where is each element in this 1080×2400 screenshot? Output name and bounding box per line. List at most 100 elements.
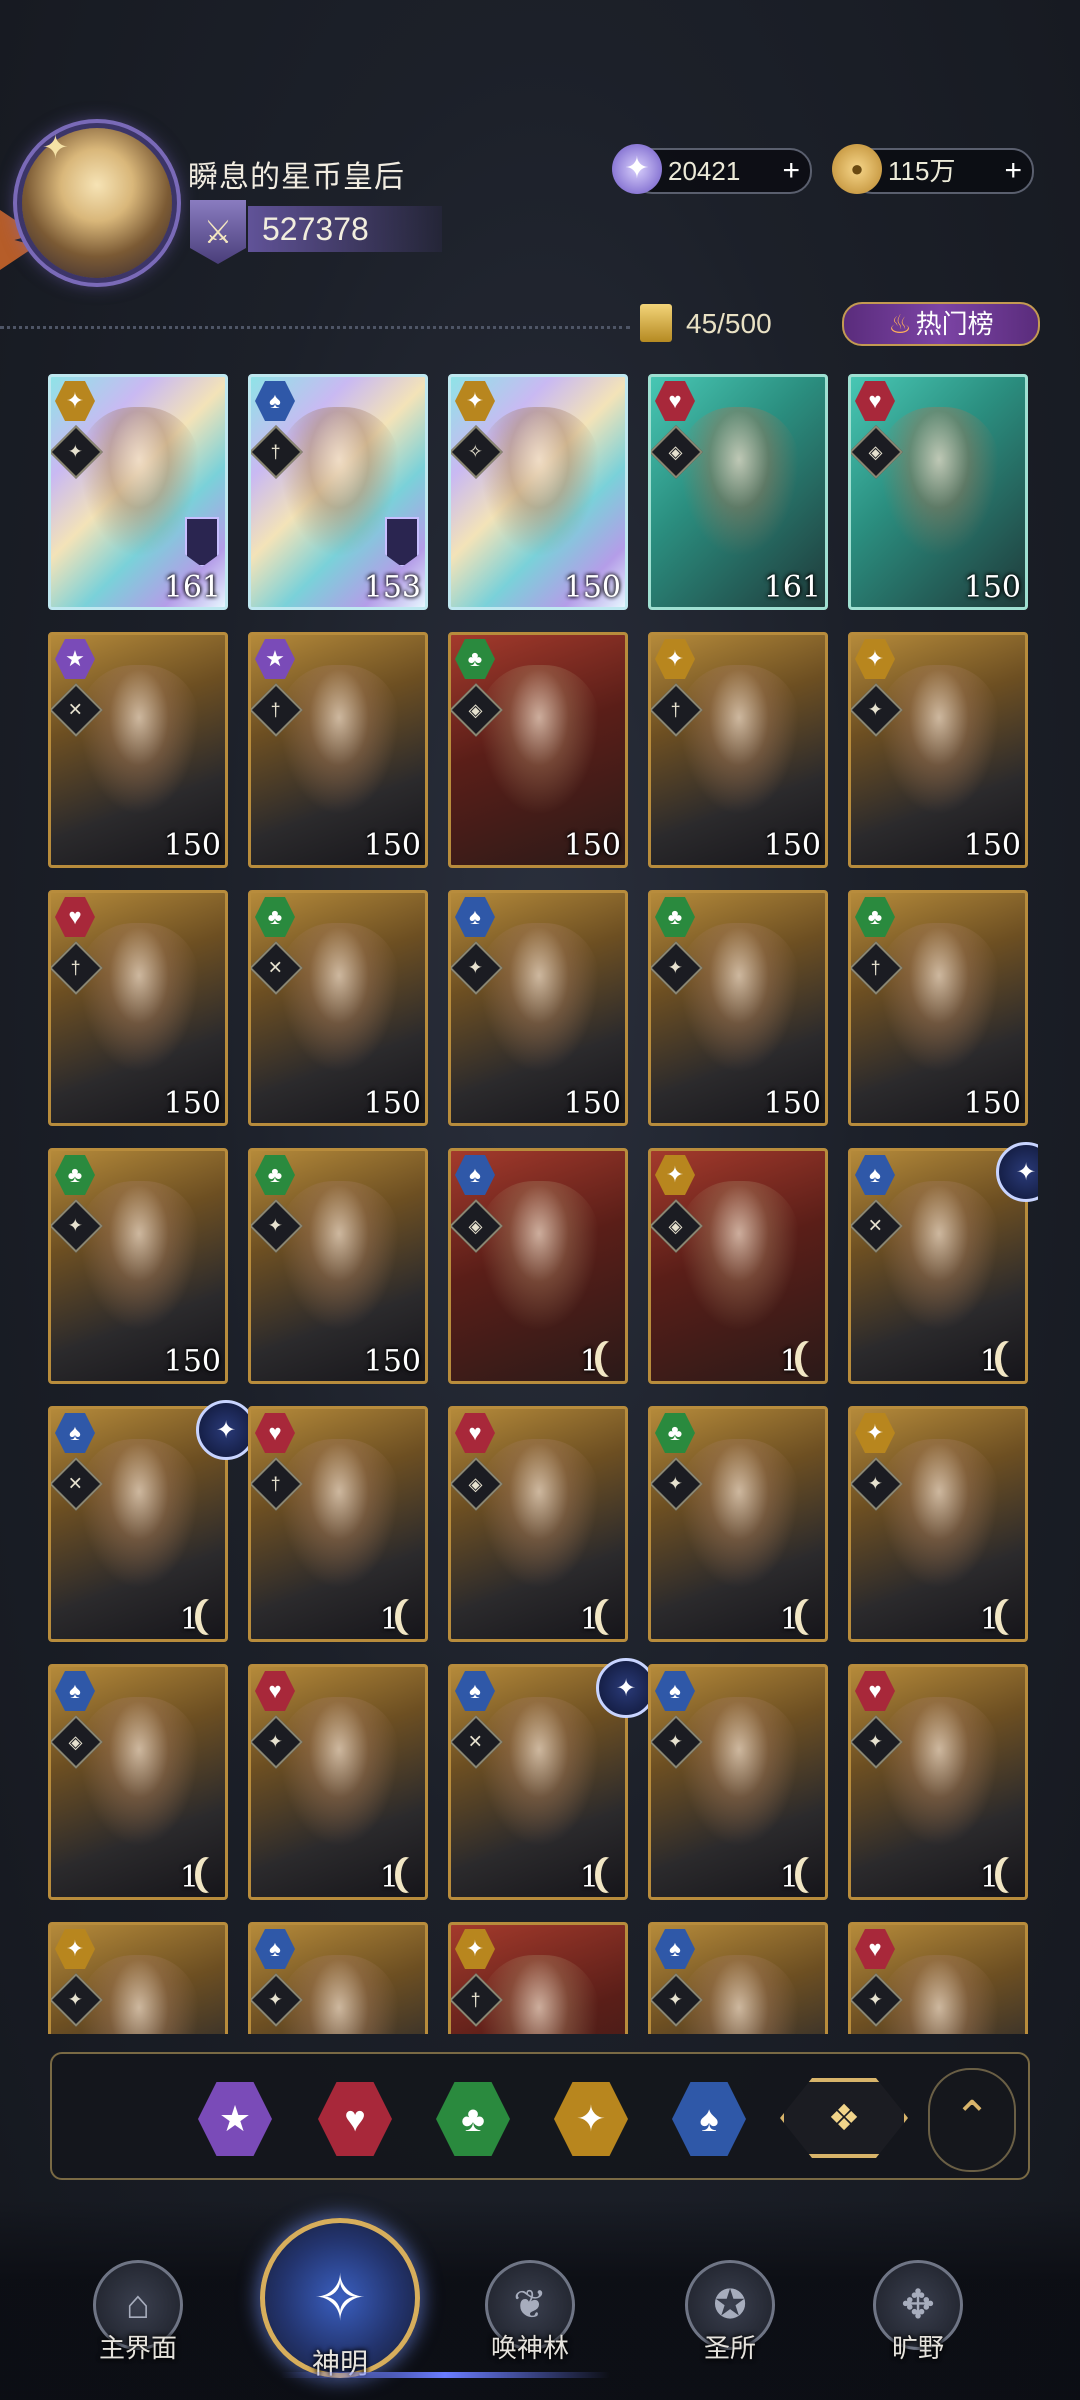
filter-spade-button[interactable]: ♠ bbox=[672, 2082, 746, 2156]
hero-card[interactable]: ♠ ✦ 150 bbox=[448, 890, 628, 1126]
crescent-icon bbox=[401, 1599, 423, 1635]
hero-card[interactable]: ♠ ✦ bbox=[248, 1922, 428, 2034]
hero-card[interactable]: ♥ † 1 bbox=[248, 1406, 428, 1642]
hero-card[interactable]: ♥ ◈ 161 bbox=[648, 374, 828, 610]
spade-suit-icon: ♠ bbox=[455, 1155, 495, 1195]
nav-item-tree[interactable]: ❦ 唤神林 bbox=[460, 2260, 600, 2365]
hero-card[interactable]: ✦ ✦ bbox=[48, 1922, 228, 2034]
spade-suit-icon: ♠ bbox=[655, 1671, 695, 1711]
heart-suit-icon: ♥ bbox=[655, 381, 695, 421]
hero-card[interactable]: ♠ ◈ 1 bbox=[48, 1664, 228, 1900]
nav-item-home[interactable]: ⌂ 主界面 bbox=[68, 2260, 208, 2365]
club-suit-icon: ♣ bbox=[255, 897, 295, 937]
hero-card[interactable]: ♥ † 150 bbox=[48, 890, 228, 1126]
crescent-icon bbox=[601, 1341, 623, 1377]
crescent-icon bbox=[601, 1857, 623, 1893]
heart-suit-icon: ♥ bbox=[855, 1929, 895, 1969]
hero-card[interactable]: ★ ✕ 150 bbox=[48, 632, 228, 868]
diamond-suit-icon: ✦ bbox=[55, 1929, 95, 1969]
heart-suit-icon: ♥ bbox=[255, 1671, 295, 1711]
card-level: 150 bbox=[563, 570, 621, 605]
filter-diamond-button[interactable]: ✦ bbox=[554, 2082, 628, 2156]
card-stack-icon bbox=[640, 304, 672, 342]
hero-card[interactable]: ♣ ✦ 150 bbox=[248, 1148, 428, 1384]
hero-card[interactable]: ♣ † 150 bbox=[848, 890, 1028, 1126]
card-level: 1 bbox=[579, 1602, 599, 1637]
hero-card[interactable]: ✦ ✦ 161 bbox=[48, 374, 228, 610]
spade-suit-icon: ♠ bbox=[255, 1929, 295, 1969]
header-divider bbox=[0, 326, 630, 329]
hero-card[interactable]: ✦ ✧ 150 bbox=[448, 374, 628, 610]
diamond-suit-icon: ✦ bbox=[855, 639, 895, 679]
hero-portrait bbox=[279, 1439, 399, 1589]
hero-card[interactable]: ★ † 150 bbox=[248, 632, 428, 868]
filter-club-button[interactable]: ♣ bbox=[436, 2082, 510, 2156]
club-suit-icon: ♣ bbox=[855, 897, 895, 937]
hero-card[interactable]: ✦ ✦ 150 bbox=[848, 632, 1028, 868]
hero-card[interactable]: ♣ ✦ 150 bbox=[48, 1148, 228, 1384]
card-level: 1 bbox=[979, 1344, 999, 1379]
nav-label: 圣所 bbox=[703, 2333, 756, 2363]
add-gold-button[interactable]: + bbox=[1004, 150, 1022, 192]
awaken-star-badge: ✦ bbox=[196, 1400, 256, 1460]
card-grid[interactable]: ✦ ✦ 161 ♠ † 153 ✦ ✧ 150 ♥ ◈ 161 ♥ ◈ 150 ★ ✕ 150 ★ † 150 ♣ ◈ 150… bbox=[48, 374, 1038, 2034]
hero-portrait bbox=[679, 1181, 799, 1331]
hero-card[interactable]: ♣ ✦ 1 bbox=[648, 1406, 828, 1642]
card-level: 1 bbox=[179, 1602, 199, 1637]
star-gem-icon: ✦ bbox=[612, 144, 662, 194]
card-level: 1 bbox=[579, 1344, 599, 1379]
spade-suit-icon: ♠ bbox=[55, 1413, 95, 1453]
card-level: 161 bbox=[763, 570, 821, 605]
hero-card[interactable]: ♥ ✦ 1 bbox=[848, 1664, 1028, 1900]
nav-item-book[interactable]: ✧ 神明 bbox=[252, 2218, 428, 2382]
hero-card[interactable]: ♥ ◈ 150 bbox=[848, 374, 1028, 610]
nav-item-sanctum[interactable]: ✪ 圣所 bbox=[660, 2260, 800, 2365]
hero-card[interactable]: ♥ ◈ 1 bbox=[448, 1406, 628, 1642]
star-suit-icon: ★ bbox=[255, 639, 295, 679]
collapse-filter-button[interactable]: ⌃ bbox=[928, 2068, 1016, 2172]
hero-card[interactable]: ♥ ✦ bbox=[848, 1922, 1028, 2034]
hero-card[interactable]: ✦ † 150 bbox=[648, 632, 828, 868]
hero-card[interactable]: ✦ ◈ 1 bbox=[648, 1148, 828, 1384]
player-avatar[interactable]: ✦ bbox=[22, 128, 172, 278]
hero-card[interactable]: ♠ ◈ 1 bbox=[448, 1148, 628, 1384]
star-suit-icon: ★ bbox=[55, 639, 95, 679]
power-value: 527378 bbox=[248, 206, 442, 252]
hot-ranking-button[interactable]: ♨ 热门榜 bbox=[842, 302, 1040, 346]
card-level: 1 bbox=[779, 1344, 799, 1379]
diamond-suit-icon: ✦ bbox=[455, 381, 495, 421]
heart-suit-icon: ♥ bbox=[255, 1413, 295, 1453]
heart-suit-icon: ♥ bbox=[855, 1671, 895, 1711]
heart-suit-icon: ♥ bbox=[455, 1413, 495, 1453]
card-level: 1 bbox=[979, 1860, 999, 1895]
add-star-gem-button[interactable]: + bbox=[782, 150, 800, 192]
crescent-icon bbox=[1001, 1599, 1023, 1635]
diamond-suit-icon: ✦ bbox=[655, 1155, 695, 1195]
nav-label: 唤神林 bbox=[490, 2333, 569, 2363]
nav-item-compass[interactable]: ✥ 旷野 bbox=[848, 2260, 988, 2365]
hero-card[interactable]: ✦ ✦ 1 bbox=[848, 1406, 1028, 1642]
hero-card[interactable]: ✦ † bbox=[448, 1922, 628, 2034]
gold-coin-icon: ● bbox=[832, 144, 882, 194]
crescent-icon bbox=[801, 1341, 823, 1377]
hero-portrait bbox=[279, 407, 399, 557]
hero-card[interactable]: ♠ ✦ 1 bbox=[648, 1664, 828, 1900]
filter-heart-button[interactable]: ♥ bbox=[318, 2082, 392, 2156]
hero-card[interactable]: ♣ ✕ 150 bbox=[248, 890, 428, 1126]
hero-portrait bbox=[879, 1181, 999, 1331]
crescent-icon bbox=[401, 1857, 423, 1893]
filter-star-button[interactable]: ★ bbox=[198, 2082, 272, 2156]
hero-portrait bbox=[479, 1181, 599, 1331]
diamond-suit-icon: ✦ bbox=[655, 639, 695, 679]
hero-card[interactable]: ♠ ✦ bbox=[648, 1922, 828, 2034]
hero-portrait bbox=[879, 1697, 999, 1847]
hero-card[interactable]: ♥ ✦ 1 bbox=[248, 1664, 428, 1900]
card-level: 1 bbox=[779, 1860, 799, 1895]
hero-card[interactable]: ♣ ◈ 150 bbox=[448, 632, 628, 868]
hero-card[interactable]: ♣ ✦ 150 bbox=[648, 890, 828, 1126]
filter-all-button[interactable]: ❖ bbox=[780, 2078, 908, 2158]
star-gem-value: 20421 bbox=[668, 156, 741, 186]
card-level: 150 bbox=[163, 1086, 221, 1121]
nav-label: 旷野 bbox=[891, 2333, 944, 2363]
hero-card[interactable]: ♠ † 153 bbox=[248, 374, 428, 610]
